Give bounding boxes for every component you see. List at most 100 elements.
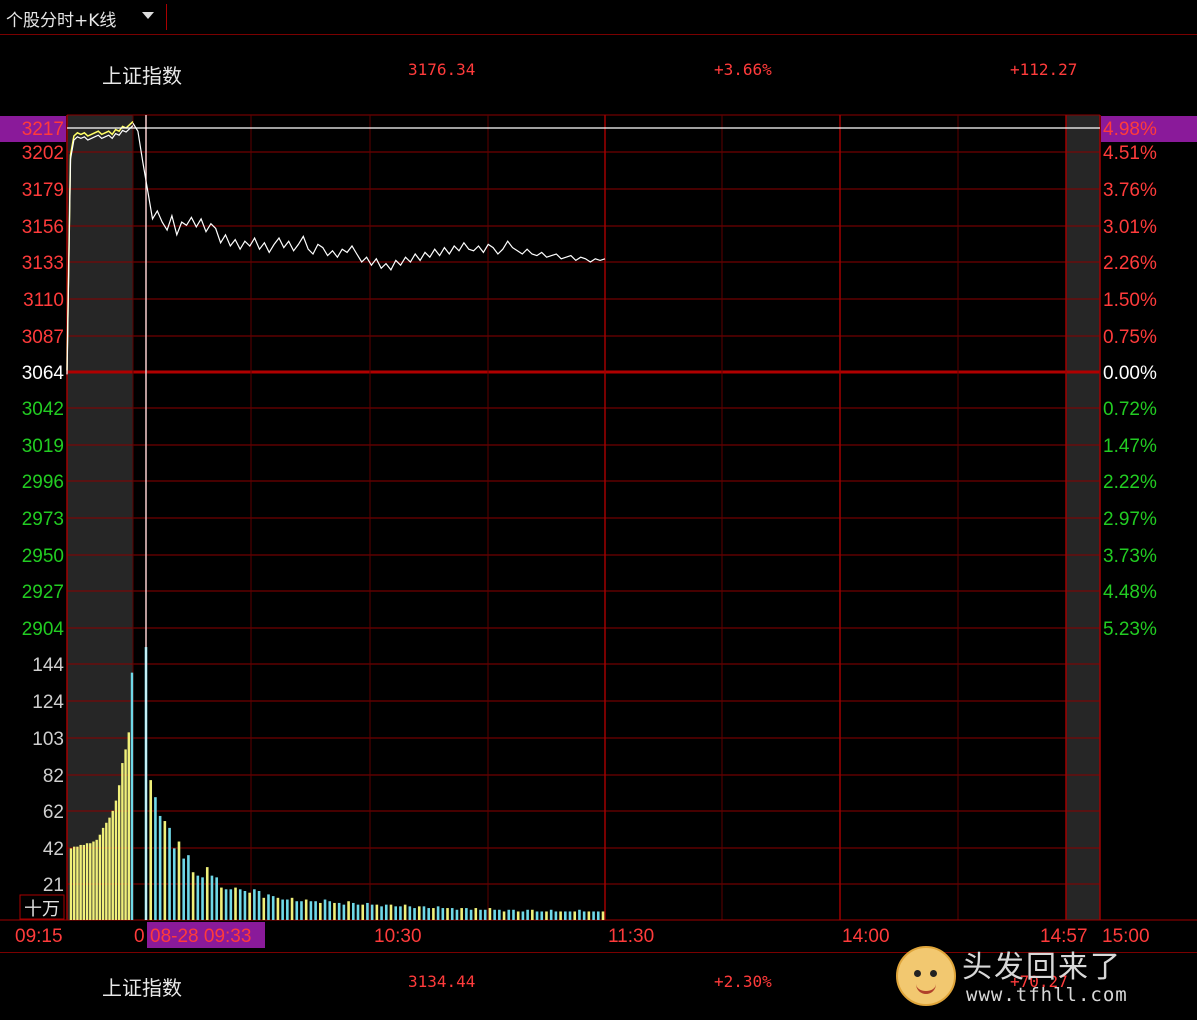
eye-icon (930, 970, 937, 977)
volume-bar (465, 908, 468, 920)
volume-bar (229, 889, 233, 920)
price-line (132, 122, 606, 272)
volume-bar (488, 908, 492, 920)
volume-bar (210, 875, 214, 920)
volume-bar (351, 902, 355, 920)
volume-bar (399, 906, 402, 920)
volume-bar (319, 902, 322, 920)
volume-bar (493, 909, 496, 920)
percent-tick-label: 1.50% (1103, 290, 1157, 311)
volume-bar (276, 897, 280, 920)
volume-bar (82, 844, 86, 920)
volume-bar (450, 908, 454, 920)
volume-bar (295, 901, 299, 920)
percent-tick-label: 3.01% (1103, 217, 1157, 238)
volume-bar (384, 904, 388, 920)
time-tick-label: 14:00 (842, 926, 890, 947)
volume-bar (422, 906, 426, 920)
volume-bar (177, 841, 181, 920)
volume-bar (441, 908, 445, 920)
volume-bar (281, 899, 284, 920)
price-tick-label: 3042 (22, 399, 64, 420)
volume-bar (182, 858, 185, 920)
volume-bar (403, 904, 407, 920)
price-tick-label: 3133 (22, 253, 64, 274)
volume-bar (540, 911, 544, 920)
volume-bar (375, 904, 379, 920)
volume-bar (89, 843, 92, 920)
volume-bar (531, 909, 534, 920)
volume-tick-label: 21 (43, 875, 64, 896)
volume-tick-label: 144 (32, 655, 64, 676)
price-tick-label: 3156 (22, 217, 64, 238)
volume-bar (436, 906, 440, 920)
volume-bar (370, 904, 374, 920)
volume-bar (446, 908, 449, 920)
volume-bar (257, 891, 261, 920)
volume-bar (507, 909, 511, 920)
mouth-icon (916, 982, 936, 994)
watermark-url: www.tfhll.com (966, 984, 1128, 1006)
volume-bar (196, 875, 200, 920)
intraday-chart[interactable]: 3217 3202 3179 3156 3133 3110 3087 3064 3042 3019… (0, 0, 1197, 1020)
volume-bar (117, 785, 121, 920)
percent-tick-label: 0.72% (1103, 399, 1157, 420)
volume-bar (328, 901, 332, 920)
volume-bar (568, 911, 572, 920)
index-name: 上证指数 (102, 976, 182, 1000)
volume-tick-label: 62 (43, 802, 64, 823)
volume-bar (479, 909, 482, 920)
index-change-percent: +2.30% (714, 972, 772, 991)
volume-bar (111, 810, 114, 920)
percent-tick-label: 3.73% (1103, 546, 1157, 567)
volume-bar (545, 911, 548, 920)
volume-bar (469, 909, 473, 920)
volume-bar (601, 911, 605, 920)
volume-bar (253, 889, 256, 920)
volume-bar (149, 780, 153, 920)
percent-tick-label: 2.26% (1103, 253, 1157, 274)
volume-bar (366, 902, 369, 920)
volume-bar (158, 815, 162, 920)
volume-bar (69, 848, 73, 920)
price-tick-label: 2904 (22, 619, 65, 640)
time-tick-label: 09:15 (15, 926, 63, 947)
percent-tick-label: 0.75% (1103, 327, 1157, 348)
price-tick-label: 3110 (23, 290, 64, 311)
price-tick-label: 2950 (22, 546, 64, 567)
crosshair-time-label: 08-28 09:33 (150, 926, 251, 947)
volume-bar (554, 911, 558, 920)
price-tick-label: 2927 (22, 582, 64, 603)
volume-bar (521, 911, 525, 920)
volume-bar (502, 911, 506, 920)
volume-bar (85, 843, 89, 920)
watermark: 头发回来了 www.tfhll.com (896, 940, 1196, 1020)
volume-bar (98, 834, 102, 920)
volume-bar (460, 908, 463, 920)
volume-bar (417, 906, 421, 920)
eye-icon (914, 970, 921, 977)
volume-bar (342, 904, 346, 920)
percent-tick-label: 3.76% (1103, 180, 1157, 201)
volume-bar (587, 911, 591, 920)
volume-bar (394, 906, 398, 920)
volume-bar (498, 909, 501, 920)
volume-bar (347, 901, 350, 920)
volume-bar (108, 817, 111, 920)
volume-bar (121, 763, 124, 920)
volume-bar (172, 848, 176, 920)
time-tick-label: 10:30 (374, 926, 422, 947)
percent-tick-label: 2.97% (1103, 509, 1157, 530)
volume-bar (380, 906, 383, 920)
price-tick-label: 2973 (22, 509, 64, 530)
percent-tick-label: 5.23% (1103, 619, 1157, 640)
volume-unit-label: 十万 (24, 899, 60, 920)
volume-tick-label: 124 (32, 692, 64, 713)
volume-bar (168, 827, 171, 920)
watermark-text: 头发回来了 (962, 950, 1122, 985)
volume-bar (309, 901, 313, 920)
price-tick-label: 3202 (22, 143, 64, 164)
volume-bar (105, 822, 108, 920)
volume-bar (271, 896, 275, 920)
volume-bar (262, 897, 266, 920)
